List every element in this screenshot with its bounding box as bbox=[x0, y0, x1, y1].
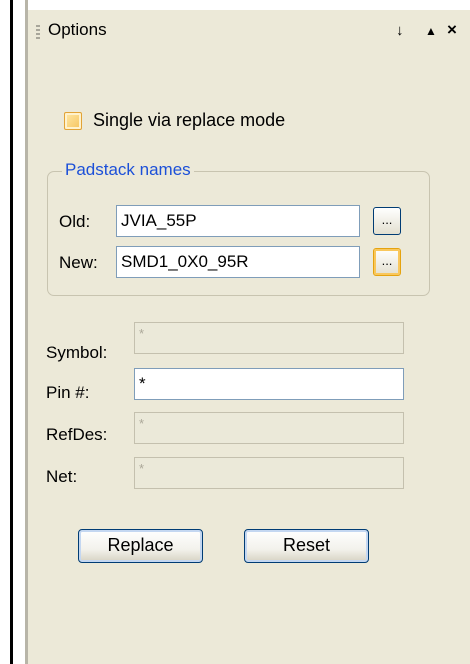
options-panel: Options ↓ ▲ × Single via replace mode Pa… bbox=[28, 10, 470, 664]
new-browse-button[interactable]: ... bbox=[373, 248, 401, 276]
refdes-field: * bbox=[134, 412, 404, 444]
old-label: Old: bbox=[59, 212, 91, 231]
net-field: * bbox=[134, 457, 404, 489]
old-padstack-field[interactable]: JVIA_55P bbox=[116, 205, 360, 237]
panel-title: Options bbox=[48, 20, 107, 39]
single-via-checkbox[interactable] bbox=[64, 112, 82, 130]
symbol-label: Symbol: bbox=[46, 343, 108, 362]
new-label: New: bbox=[59, 253, 98, 272]
replace-button[interactable]: Replace bbox=[78, 529, 203, 563]
panel-titlebar[interactable]: Options ↓ ▲ × bbox=[28, 10, 470, 48]
old-browse-button[interactable]: ... bbox=[373, 207, 401, 235]
pin-label: Pin #: bbox=[46, 383, 90, 402]
single-via-label: Single via replace mode bbox=[93, 110, 286, 130]
net-label: Net: bbox=[46, 467, 78, 486]
collapse-icon[interactable]: ▲ bbox=[425, 24, 437, 38]
symbol-field: * bbox=[134, 322, 404, 354]
new-padstack-field[interactable]: SMD1_0X0_95R bbox=[116, 246, 360, 278]
pin-icon[interactable]: ↓ bbox=[396, 22, 404, 39]
padstack-names-group: Padstack names Old: JVIA_55P ... New: SM… bbox=[47, 160, 430, 296]
pin-field[interactable]: * bbox=[134, 368, 404, 400]
left-margin bbox=[0, 0, 10, 664]
reset-button[interactable]: Reset bbox=[244, 529, 369, 563]
padstack-names-legend: Padstack names bbox=[62, 160, 194, 180]
close-icon[interactable]: × bbox=[447, 20, 457, 40]
refdes-label: RefDes: bbox=[46, 425, 108, 444]
drag-grip-icon[interactable] bbox=[36, 25, 40, 39]
left-gap bbox=[13, 0, 25, 664]
